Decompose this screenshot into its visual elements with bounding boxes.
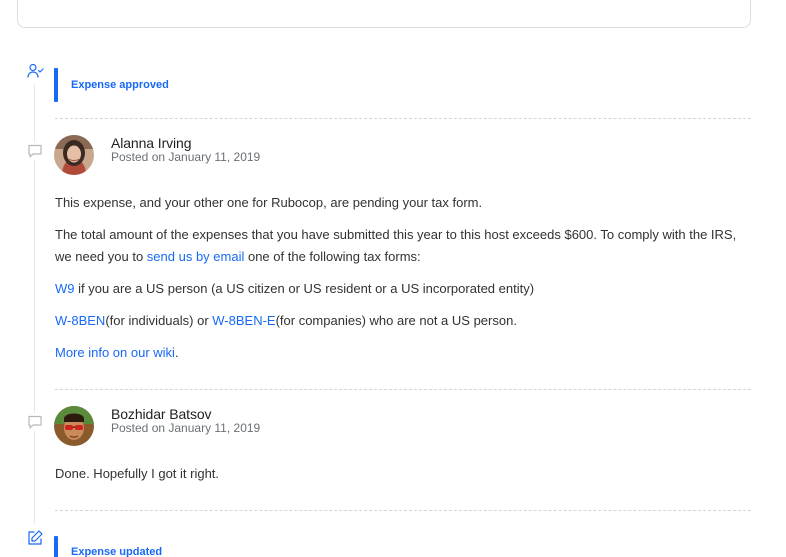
divider: [55, 118, 751, 119]
w9-link[interactable]: W9: [55, 281, 75, 296]
comment-paragraph: The total amount of the expenses that yo…: [55, 224, 745, 268]
paragraph-text: (for individuals) or: [105, 313, 213, 328]
comment-icon: [26, 142, 44, 160]
expense-timeline-page: Expense approved Alanna Irving Posted on…: [0, 0, 786, 557]
comment-paragraph: More info on our wiki.: [55, 342, 745, 364]
divider: [55, 510, 751, 511]
paragraph-text: (for companies) who are not a US person.: [275, 313, 517, 328]
updated-marker: [54, 536, 58, 557]
comment-paragraph: This expense, and your other one for Rub…: [55, 195, 483, 210]
w8ben-link[interactable]: W-8BEN: [55, 313, 105, 328]
comment-date: Posted on January 11, 2019: [111, 421, 261, 435]
expense-approved-label: Expense approved: [71, 79, 169, 91]
comment-paragraph: W-8BEN(for individuals) or W-8BEN-E(for …: [55, 310, 745, 332]
approved-marker: [54, 68, 58, 102]
avatar[interactable]: [54, 406, 94, 446]
avatar[interactable]: [54, 135, 94, 175]
paragraph-text: if you are a US person (a US citizen or …: [74, 281, 535, 296]
divider: [55, 389, 751, 390]
comment-paragraph: Done. Hopefully I got it right.: [55, 466, 220, 481]
comment-author: Alanna Irving: [111, 135, 192, 151]
edit-icon: [26, 529, 44, 547]
comment-paragraph: W9 if you are a US person (a US citizen …: [55, 278, 745, 300]
comment-icon: [26, 413, 44, 431]
comment-date: Posted on January 11, 2019: [111, 150, 261, 164]
wiki-link[interactable]: More info on our wiki: [55, 345, 175, 360]
paragraph-text: one of the following tax forms:: [244, 249, 421, 264]
user-check-icon: [26, 62, 44, 80]
paragraph-text: .: [174, 345, 179, 360]
w8ben-e-link[interactable]: W-8BEN-E: [212, 313, 275, 328]
expense-updated-label: Expense updated: [71, 546, 163, 557]
expense-summary-card: [17, 0, 751, 28]
comment-author: Bozhidar Batsov: [111, 406, 212, 422]
send-email-link[interactable]: send us by email: [147, 249, 245, 264]
